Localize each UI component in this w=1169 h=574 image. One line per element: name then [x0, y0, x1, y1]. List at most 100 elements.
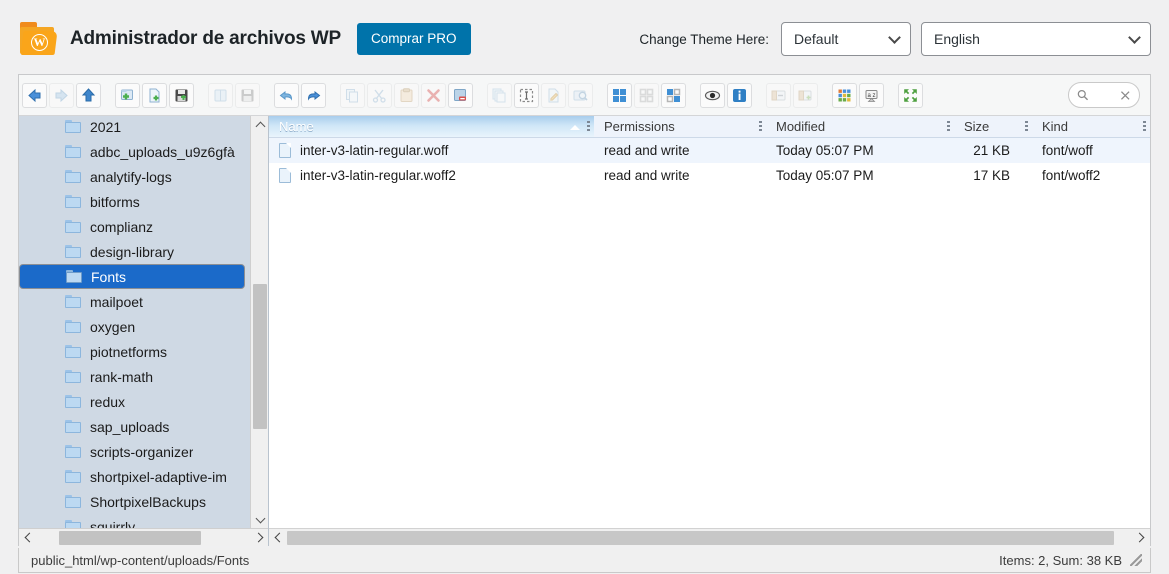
rename-button[interactable]: [541, 82, 566, 108]
search-box[interactable]: [1068, 82, 1140, 108]
detail-view-button[interactable]: [661, 82, 686, 108]
tree-vertical-scrollbar[interactable]: [250, 116, 268, 528]
undo-button[interactable]: [274, 82, 299, 108]
tree-item-analytify-logs[interactable]: analytify-logs: [19, 164, 251, 189]
change-theme-label: Change Theme Here:: [639, 31, 769, 47]
toolbar-group-archive: [765, 82, 819, 108]
list-view-button[interactable]: [634, 82, 659, 108]
tree-item-rank-math[interactable]: rank-math: [19, 364, 251, 389]
list-horizontal-scrollbar[interactable]: [269, 528, 1150, 546]
cell-text: inter-v3-latin-regular.woff2: [300, 168, 456, 183]
new-folder-button[interactable]: [115, 82, 140, 108]
tree-item-mailpoet[interactable]: mailpoet: [19, 289, 251, 314]
language-select[interactable]: English: [921, 22, 1151, 56]
copy-button[interactable]: [340, 82, 365, 108]
file-manager-app: a z 2021 adbc_uploads_u9z6gfà analytify-…: [18, 74, 1151, 546]
tree-horizontal-scroll-thumb[interactable]: [59, 531, 201, 545]
delete-button[interactable]: [421, 82, 446, 108]
tree-item-adbc-uploads-u9z6gf-[interactable]: adbc_uploads_u9z6gfà: [19, 139, 251, 164]
folder-icon: [65, 170, 82, 183]
select-all-button[interactable]: [514, 82, 539, 108]
column-resize-grip[interactable]: [759, 121, 762, 132]
tree-item-label: oxygen: [90, 318, 136, 335]
tree-scroll-down-button[interactable]: [251, 511, 268, 528]
tree-item-sap-uploads[interactable]: sap_uploads: [19, 414, 251, 439]
tree-item-shortpixelbackups[interactable]: ShortpixelBackups: [19, 489, 251, 514]
tree-item-design-library[interactable]: design-library: [19, 239, 251, 264]
clear-search-icon[interactable]: [1120, 90, 1131, 101]
chevron-right-icon: [1134, 532, 1145, 543]
tree-scroll-up-button[interactable]: [251, 116, 268, 133]
column-header-modified[interactable]: Modified: [766, 116, 954, 137]
cell-text: read and write: [604, 143, 690, 158]
tree-item-label: 2021: [90, 118, 122, 135]
back-button[interactable]: [22, 82, 47, 108]
tree-item-scripts-organizer[interactable]: scripts-organizer: [19, 439, 251, 464]
sort-alpha-button[interactable]: a z: [859, 82, 884, 108]
column-header-kind[interactable]: Kind: [1032, 116, 1150, 137]
folder-icon: [65, 295, 82, 308]
folder-icon: [65, 520, 82, 528]
column-header-permissions[interactable]: Permissions: [594, 116, 766, 137]
status-right: Items: 2, Sum: 38 KB: [999, 553, 1146, 568]
list-scroll-left-button[interactable]: [269, 529, 287, 546]
folder-icon: [65, 145, 82, 158]
tree-vertical-scroll-thumb[interactable]: [253, 284, 267, 429]
save-as-button[interactable]: [235, 82, 260, 108]
grid-view-button[interactable]: [607, 82, 632, 108]
create-archive-button[interactable]: [793, 82, 818, 108]
column-header-size[interactable]: Size: [954, 116, 1032, 137]
tree-item-redux[interactable]: redux: [19, 389, 251, 414]
tree-item-label: rank-math: [90, 368, 154, 385]
tree-horizontal-scrollbar[interactable]: [19, 528, 268, 546]
tree-item-squirrly[interactable]: squirrly: [19, 514, 251, 528]
forward-button[interactable]: [49, 82, 74, 108]
chevron-down-icon: [888, 31, 901, 44]
search-in-folder-button[interactable]: [568, 82, 593, 108]
tree-item-piotnetforms[interactable]: piotnetforms: [19, 339, 251, 364]
table-row[interactable]: inter-v3-latin-regular.woff read and writ…: [269, 138, 1150, 163]
save-button[interactable]: [169, 82, 194, 108]
tree-scroll-right-button[interactable]: [251, 529, 268, 546]
table-row[interactable]: inter-v3-latin-regular.woff2 read and wri…: [269, 163, 1150, 188]
list-scroll-right-button[interactable]: [1132, 529, 1150, 546]
redo-button[interactable]: [301, 82, 326, 108]
column-resize-grip[interactable]: [1025, 121, 1028, 132]
resize-grip-icon[interactable]: [1130, 554, 1142, 566]
column-resize-grip[interactable]: [1143, 121, 1146, 132]
duplicate-button[interactable]: [487, 82, 512, 108]
paste-button[interactable]: [394, 82, 419, 108]
tree-item-fonts[interactable]: Fonts: [19, 264, 245, 289]
new-file-button[interactable]: [142, 82, 167, 108]
column-header-name[interactable]: Name: [269, 116, 594, 137]
cut-button[interactable]: [367, 82, 392, 108]
tree-item-complianz[interactable]: complianz: [19, 214, 251, 239]
tree-item-shortpixel-adaptive-im[interactable]: shortpixel-adaptive-im: [19, 464, 251, 489]
tree-item-bitforms[interactable]: bitforms: [19, 189, 251, 214]
folder-icon: [65, 445, 82, 458]
list-horizontal-scroll-thumb[interactable]: [287, 531, 1114, 545]
fullscreen-button[interactable]: [898, 82, 923, 108]
column-resize-grip[interactable]: [587, 121, 590, 132]
theme-select[interactable]: Default: [781, 22, 911, 56]
extract-archive-button[interactable]: [766, 82, 791, 108]
folder-icon: [65, 120, 82, 133]
info-button[interactable]: [727, 82, 752, 108]
thumbnails-button[interactable]: [832, 82, 857, 108]
folder-icon: [65, 320, 82, 333]
tree-scroll-left-button[interactable]: [19, 529, 37, 546]
folder-icon: [65, 470, 82, 483]
remove-button[interactable]: [448, 82, 473, 108]
preview-button[interactable]: [700, 82, 725, 108]
column-header-label: Size: [964, 119, 990, 134]
column-resize-grip[interactable]: [947, 121, 950, 132]
search-input[interactable]: [1088, 88, 1121, 102]
folder-tree-pane: 2021 adbc_uploads_u9z6gfà analytify-logs bi…: [19, 116, 269, 546]
buy-pro-button[interactable]: Comprar PRO: [357, 23, 471, 55]
up-directory-button[interactable]: [76, 82, 101, 108]
tree-item-oxygen[interactable]: oxygen: [19, 314, 251, 339]
tree-item-label: bitforms: [90, 193, 140, 210]
tree-item-label: mailpoet: [90, 293, 143, 310]
tree-item-2021[interactable]: 2021: [19, 116, 251, 139]
open-folder-button[interactable]: [208, 82, 233, 108]
